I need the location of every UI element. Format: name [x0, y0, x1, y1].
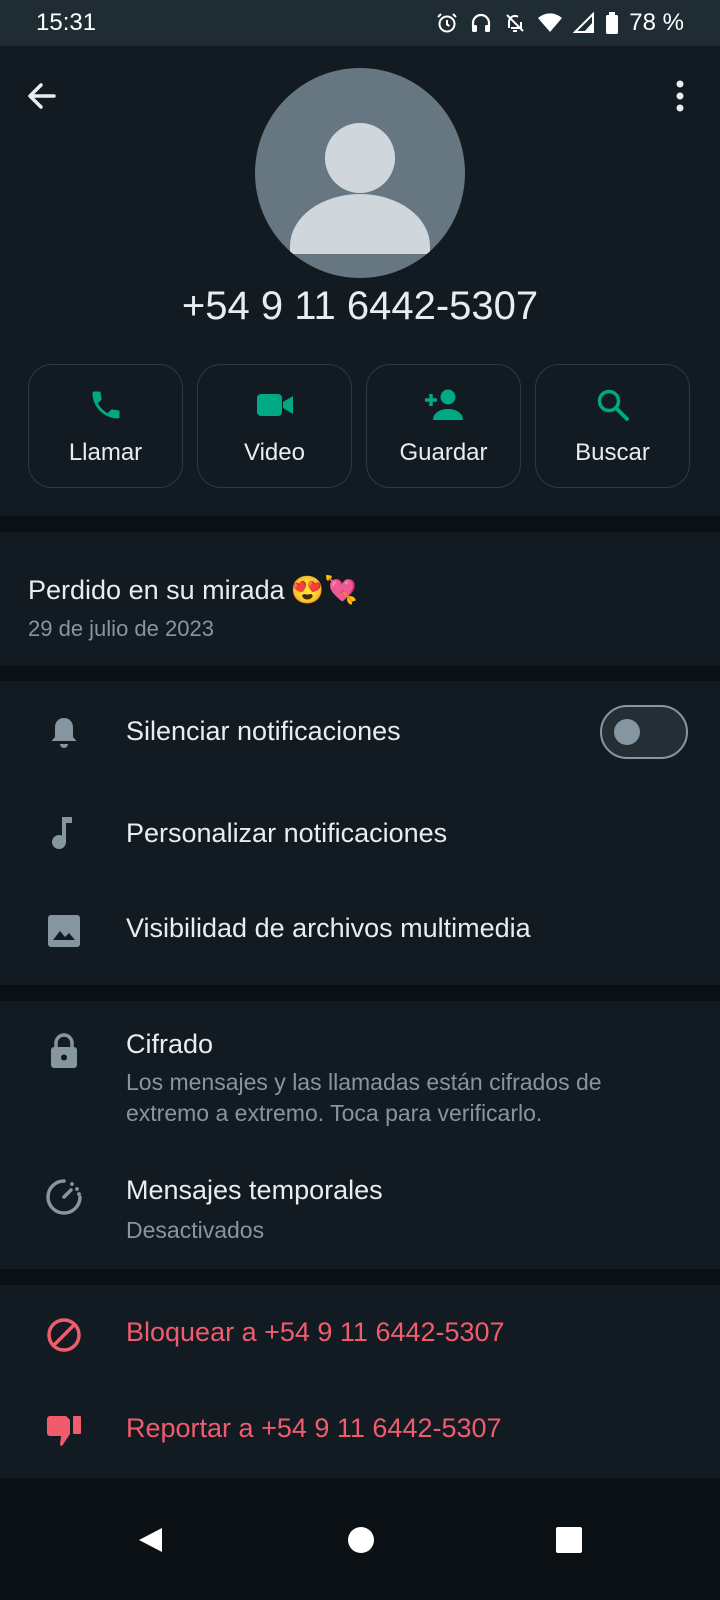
- contact-header: +54 9 11 6442-5307 Llamar Video Guardar …: [0, 46, 720, 516]
- danger-section: Bloquear a +54 9 11 6442-5307 Reportar a…: [0, 1285, 720, 1479]
- more-vert-icon: [676, 80, 684, 112]
- lock-icon: [44, 1031, 84, 1071]
- privacy-section: Cifrado Los mensajes y las llamadas está…: [0, 1001, 720, 1269]
- nav-back-button[interactable]: [130, 1520, 170, 1560]
- system-nav-bar: [0, 1478, 720, 1600]
- notifications-section: Silenciar notificaciones Personalizar no…: [0, 681, 720, 985]
- encryption-label: Cifrado: [126, 1029, 214, 1059]
- disappearing-messages-label: Mensajes temporales: [126, 1175, 383, 1205]
- wifi-icon: [537, 11, 563, 35]
- disappearing-messages-value: Desactivados: [126, 1217, 265, 1243]
- music-note-icon: [44, 813, 84, 853]
- search-icon: [597, 389, 629, 421]
- arrow-back-icon: [28, 83, 56, 109]
- more-options-button[interactable]: [662, 76, 698, 116]
- call-button[interactable]: Llamar: [28, 364, 183, 488]
- report-contact-row[interactable]: Reportar a +54 9 11 6442-5307: [0, 1383, 720, 1479]
- mute-notifications-row[interactable]: Silenciar notificaciones: [0, 681, 720, 785]
- about-emoji: 😍💘: [290, 575, 358, 605]
- battery-icon: [605, 11, 619, 35]
- mute-notifications-label: Silenciar notificaciones: [126, 716, 401, 746]
- nav-home-icon: [348, 1527, 374, 1553]
- back-button[interactable]: [22, 76, 62, 116]
- about-section[interactable]: Perdido en su mirada 😍💘 29 de julio de 2…: [0, 532, 720, 666]
- mute-toggle[interactable]: [600, 705, 688, 759]
- search-label: Buscar: [575, 439, 650, 466]
- nav-recents-button[interactable]: [549, 1520, 589, 1560]
- save-label: Guardar: [399, 439, 488, 466]
- media-visibility-row[interactable]: Visibilidad de archivos multimedia: [0, 889, 720, 985]
- default-avatar-icon: [290, 123, 430, 254]
- add-contact-icon: [424, 389, 463, 420]
- video-label: Video: [244, 439, 305, 466]
- headphones-icon: [469, 11, 493, 35]
- nav-recents-icon: [556, 1527, 582, 1553]
- bell-icon: [44, 713, 84, 753]
- status-time: 15:31: [36, 9, 97, 36]
- phone-icon: [92, 391, 119, 419]
- alarm-icon: [435, 11, 459, 35]
- battery-percent: 78 %: [629, 9, 684, 36]
- video-call-button[interactable]: Video: [197, 364, 352, 488]
- about-text-row: Perdido en su mirada 😍💘: [28, 574, 358, 606]
- about-date: 29 de julio de 2023: [28, 616, 214, 641]
- encryption-row[interactable]: Cifrado Los mensajes y las llamadas está…: [0, 1001, 720, 1135]
- block-contact-row[interactable]: Bloquear a +54 9 11 6442-5307: [0, 1285, 720, 1383]
- nav-back-icon: [139, 1528, 162, 1552]
- block-contact-label: Bloquear a +54 9 11 6442-5307: [126, 1317, 505, 1347]
- search-button[interactable]: Buscar: [535, 364, 690, 488]
- nav-home-button[interactable]: [341, 1520, 381, 1560]
- disappearing-messages-row[interactable]: Mensajes temporales Desactivados: [0, 1135, 720, 1269]
- media-visibility-label: Visibilidad de archivos multimedia: [126, 913, 531, 943]
- status-icons: 78 %: [435, 9, 684, 37]
- save-contact-button[interactable]: Guardar: [366, 364, 521, 488]
- signal-icon: [573, 11, 595, 35]
- timer-icon: [44, 1177, 84, 1217]
- encryption-description: Los mensajes y las llamadas están cifrad…: [126, 1069, 602, 1126]
- block-icon: [44, 1315, 84, 1355]
- status-bar: 15:31 78 %: [0, 0, 720, 46]
- image-icon: [44, 911, 84, 951]
- thumb-down-icon: [44, 1411, 84, 1451]
- videocam-icon: [256, 394, 293, 416]
- custom-notifications-label: Personalizar notificaciones: [126, 818, 448, 848]
- notifications-off-icon: [503, 11, 527, 35]
- contact-phone-number: +54 9 11 6442-5307: [181, 284, 539, 328]
- quick-actions: Llamar Video Guardar Buscar: [28, 364, 690, 488]
- avatar[interactable]: [255, 68, 465, 278]
- toggle-knob: [614, 719, 640, 745]
- about-text: Perdido en su mirada: [28, 574, 285, 605]
- call-label: Llamar: [68, 439, 143, 466]
- custom-notifications-row[interactable]: Personalizar notificaciones: [0, 785, 720, 889]
- report-contact-label: Reportar a +54 9 11 6442-5307: [126, 1413, 502, 1443]
